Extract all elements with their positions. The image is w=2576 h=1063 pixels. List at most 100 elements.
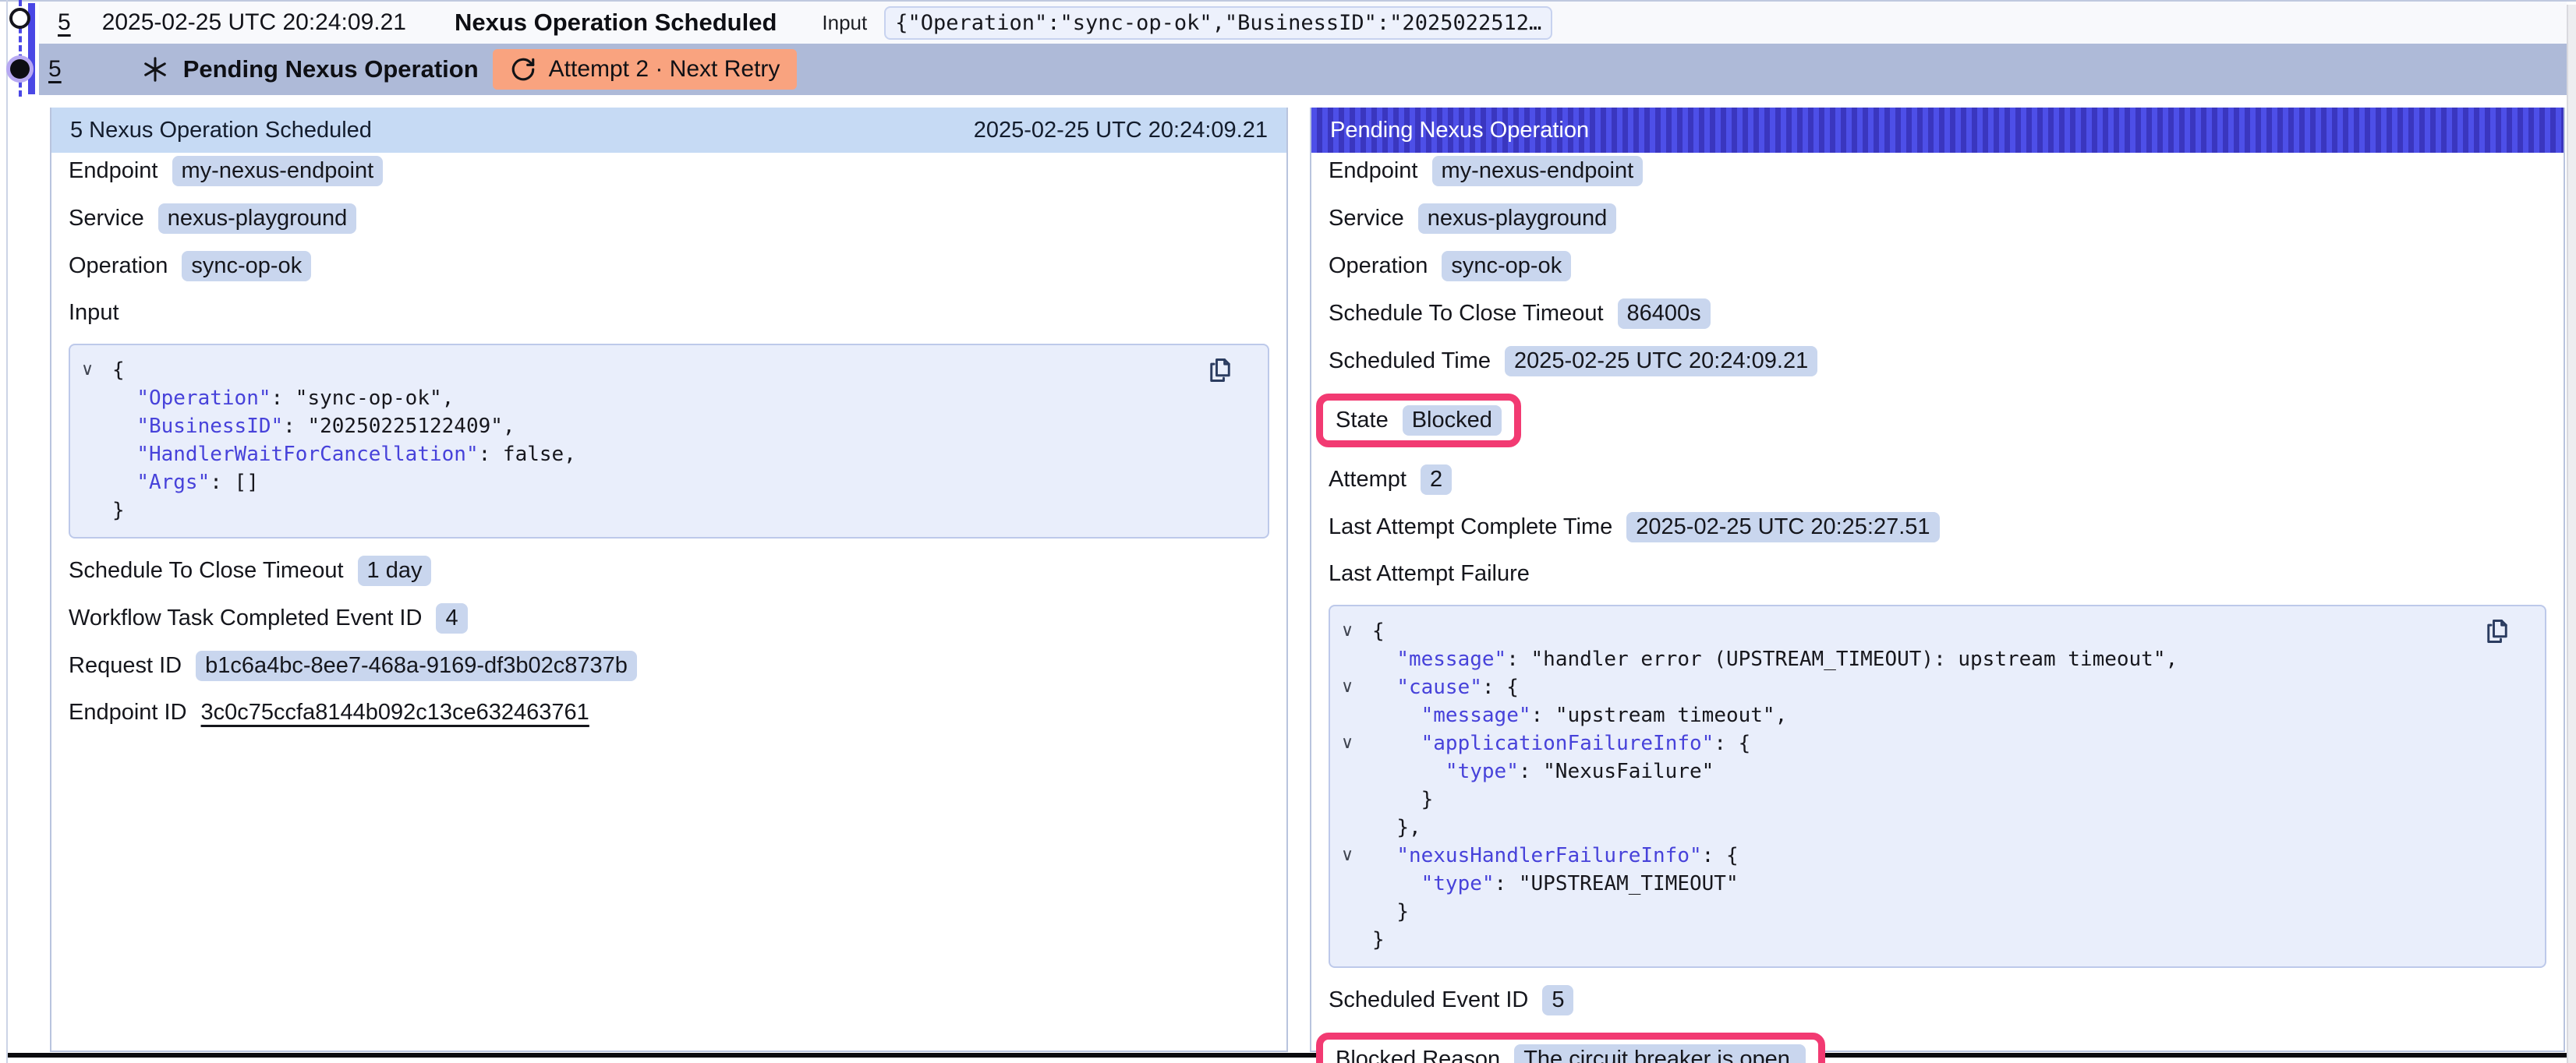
field-label: Endpoint: [69, 158, 158, 184]
timeline-current-dot-icon: [10, 59, 30, 79]
event-input-preview-chip: {"Operation":"sync-op-ok","BusinessID":"…: [884, 6, 1552, 40]
json-line-text: }: [1372, 898, 1409, 926]
failure-json-viewer: ∨{ "message": "handler error (UPSTREAM_T…: [1329, 605, 2546, 968]
field-value-chip: sync-op-ok: [1442, 251, 1571, 281]
json-key: "nexusHandlerFailureInfo": [1396, 844, 1701, 867]
event-row-pending[interactable]: 5 Pending Nexus Operation Attempt 2 · Ne…: [39, 44, 2567, 95]
field-label: Endpoint: [1329, 158, 1418, 184]
json-line: }: [81, 496, 1268, 524]
field-value-chip: 2025-02-25 UTC 20:25:27.51: [1626, 512, 1939, 542]
collapse-chevron-icon[interactable]: ∨: [81, 356, 112, 384]
field-label: Operation: [69, 253, 168, 279]
event-title: Nexus Operation Scheduled: [455, 9, 777, 37]
json-line: "type": "UPSTREAM_TIMEOUT": [1341, 870, 2545, 898]
json-line-text: "cause": {: [1372, 673, 1519, 701]
collapse-chevron-icon[interactable]: ∨: [1341, 842, 1372, 870]
json-line-text: }: [1372, 786, 1433, 814]
field-row-request-id: Request ID b1c6a4bc-8ee7-468a-9169-df3b0…: [69, 651, 637, 681]
gutter-spacer: [1341, 870, 1372, 898]
field-row-endpoint-id: Endpoint ID 3c0c75ccfa8144b092c13ce63246…: [69, 698, 589, 726]
field-label: State: [1336, 408, 1389, 433]
field-row-service: Service nexus-playground: [69, 203, 356, 234]
field-value-chip: sync-op-ok: [182, 251, 311, 281]
field-value-chip: 1 day: [358, 556, 432, 586]
field-row-schedule-to-close: Schedule To Close Timeout 1 day: [69, 556, 431, 586]
scheduled-event-panel: 5 Nexus Operation Scheduled 2025-02-25 U…: [50, 108, 1288, 1052]
state-value-chip: Blocked: [1403, 405, 1502, 436]
copy-button[interactable]: [1205, 356, 1235, 386]
json-line: "BusinessID": "20250225122409",: [81, 412, 1268, 440]
field-label: Operation: [1329, 253, 1428, 279]
json-line: ∨ "nexusHandlerFailureInfo": {: [1341, 842, 2545, 870]
last-attempt-failure-label: Last Attempt Failure: [1329, 560, 1530, 588]
field-value-chip: my-nexus-endpoint: [172, 156, 384, 186]
copy-button[interactable]: [2482, 617, 2512, 647]
json-line-text: "nexusHandlerFailureInfo": {: [1372, 842, 1739, 870]
field-value-chip: my-nexus-endpoint: [1432, 156, 1644, 186]
field-row-schedule-to-close: Schedule To Close Timeout 86400s: [1329, 298, 1711, 329]
field-value-chip: 4: [436, 603, 467, 634]
field-value-chip: 2025-02-25 UTC 20:24:09.21: [1505, 346, 1817, 376]
field-label: Scheduled Time: [1329, 348, 1491, 374]
field-label: Input: [69, 300, 119, 326]
json-line: "type": "NexusFailure": [1341, 758, 2545, 786]
blocked-reason-value-chip: The circuit breaker is open.: [1514, 1044, 1806, 1063]
collapse-chevron-icon[interactable]: ∨: [1341, 673, 1372, 701]
gutter-spacer: [81, 412, 112, 440]
left-pane-divider: [6, 0, 8, 1063]
event-input-label: Input: [822, 11, 867, 35]
json-line-text: "BusinessID": "20250225122409",: [112, 412, 515, 440]
json-key: "HandlerWaitForCancellation": [136, 443, 478, 466]
json-line-text: "type": "UPSTREAM_TIMEOUT": [1372, 870, 1739, 898]
scheduled-event-panel-header: 5 Nexus Operation Scheduled 2025-02-25 U…: [51, 108, 1286, 153]
json-line-text: {: [1372, 617, 1385, 645]
json-key: "Operation": [136, 387, 271, 410]
json-line-text: "Args": []: [112, 468, 259, 496]
field-row-last-attempt-complete-time: Last Attempt Complete Time 2025-02-25 UT…: [1329, 512, 1940, 542]
field-row-scheduled-event-id: Scheduled Event ID 5: [1329, 985, 1573, 1015]
json-line: }: [1341, 786, 2545, 814]
scrollbar[interactable]: [2567, 5, 2576, 1063]
gutter-spacer: [1341, 814, 1372, 842]
scheduled-panel-timestamp: 2025-02-25 UTC 20:24:09.21: [974, 118, 1268, 143]
json-line: ∨ "cause": {: [1341, 673, 2545, 701]
field-label: Schedule To Close Timeout: [69, 558, 344, 584]
event-id-link[interactable]: 5: [58, 9, 71, 36]
json-key: "message": [1396, 648, 1506, 671]
field-label: Endpoint ID: [69, 700, 187, 726]
bottom-section-divider: [8, 1053, 2567, 1058]
field-label: Attempt: [1329, 467, 1407, 493]
pending-event-id-link[interactable]: 5: [48, 56, 62, 83]
gutter-spacer: [1341, 898, 1372, 926]
json-line: }: [1341, 926, 2545, 954]
retry-icon: [510, 56, 536, 83]
collapse-chevron-icon[interactable]: ∨: [1341, 729, 1372, 758]
json-line: ∨ "applicationFailureInfo": {: [1341, 729, 2545, 758]
collapse-chevron-icon[interactable]: ∨: [1341, 617, 1372, 645]
field-label: Service: [69, 206, 144, 231]
field-row-scheduled-time: Scheduled Time 2025-02-25 UTC 20:24:09.2…: [1329, 346, 1817, 376]
json-key: "BusinessID": [136, 415, 283, 438]
field-label: Blocked Reason: [1336, 1047, 1500, 1063]
input-json-viewer: ∨{ "Operation": "sync-op-ok", "BusinessI…: [69, 344, 1269, 539]
json-line-text: "type": "NexusFailure": [1372, 758, 1714, 786]
event-row-scheduled[interactable]: 5 2025-02-25 UTC 20:24:09.21 Nexus Opera…: [39, 2, 2567, 44]
field-row-operation: Operation sync-op-ok: [1329, 251, 1571, 281]
json-line: "message": "handler error (UPSTREAM_TIME…: [1341, 645, 2545, 673]
json-line: "message": "upstream timeout",: [1341, 701, 2545, 729]
field-row-blocked-reason: Blocked Reason The circuit breaker is op…: [1336, 1044, 1806, 1063]
input-section-label: Input: [69, 298, 119, 327]
field-value-chip: 86400s: [1618, 298, 1711, 329]
json-line: "HandlerWaitForCancellation": false,: [81, 440, 1268, 468]
json-line-text: }: [112, 496, 125, 524]
endpoint-id-link[interactable]: 3c0c75ccfa8144b092c13ce632463761: [201, 700, 589, 726]
json-line-text: {: [112, 356, 125, 384]
json-key: "type": [1445, 760, 1519, 783]
field-row-state: State Blocked: [1336, 405, 1502, 436]
field-value-chip: nexus-playground: [1418, 203, 1617, 234]
gutter-spacer: [1341, 701, 1372, 729]
gutter-spacer: [81, 468, 112, 496]
blocked-reason-highlight-box: Blocked Reason The circuit breaker is op…: [1316, 1033, 1825, 1063]
json-line-text: },: [1372, 814, 1421, 842]
field-row-wft-completed-event-id: Workflow Task Completed Event ID 4: [69, 603, 468, 634]
